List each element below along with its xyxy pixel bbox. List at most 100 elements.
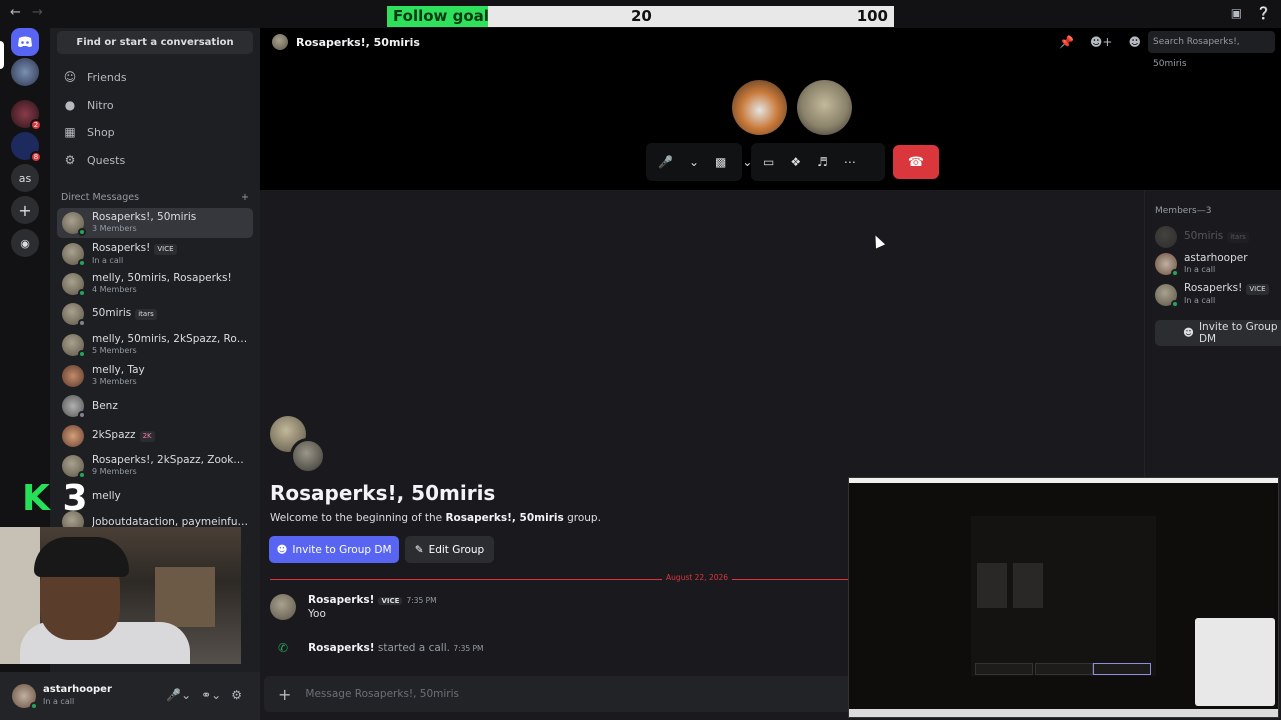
mic-icon[interactable]: 🎤⌄ [166, 688, 191, 702]
avatar [62, 455, 86, 479]
edit-group-button[interactable]: ✎ Edit Group [405, 536, 494, 563]
shared-taskbar [849, 709, 1278, 717]
invite-to-group-dm-button[interactable]: ☻ Invite to Group DM [269, 536, 399, 563]
status-dot [78, 228, 86, 236]
member-item[interactable]: 50miris itars [1155, 226, 1249, 248]
dm-sub: 3 Members [92, 377, 137, 386]
dm-item[interactable]: melly, 50miris, 2kSpazz, Rosape...5 Memb… [57, 330, 253, 360]
dm-header-label: Direct Messages [61, 192, 140, 203]
call-participant-avatar[interactable] [732, 80, 787, 135]
find-conversation-button[interactable]: Find or start a conversation [57, 31, 253, 54]
headphones-icon[interactable]: ⚭⌄ [201, 688, 221, 702]
system-message-author[interactable]: Rosaperks! [308, 642, 374, 654]
plus-icon[interactable]: + [278, 685, 291, 704]
add-member-icon[interactable]: ☻+ [1090, 35, 1113, 49]
system-message: ✆ Rosaperks! started a call. 7:35 PM [278, 641, 484, 655]
welcome-sub-prefix: Welcome to the beginning of the [270, 512, 446, 524]
mic-icon[interactable]: 🎤 [658, 155, 673, 169]
server-icon[interactable]: 8 [11, 132, 42, 163]
arrow-left-icon[interactable]: ← [10, 5, 21, 20]
call-participant-avatar[interactable] [797, 80, 852, 135]
search-input[interactable]: Search Rosaperks!, 50miris [1148, 31, 1275, 69]
dm-item[interactable]: melly, Tay 3 Members [57, 361, 253, 391]
webcam-overlay [0, 527, 241, 664]
webcam-shelf [155, 567, 215, 627]
screen-share-icon[interactable]: ▭ [763, 155, 774, 169]
notification-badge: 8 [30, 151, 42, 163]
server-icon[interactable]: 2 [11, 100, 42, 131]
shared-menu-button [975, 663, 1033, 675]
nav-nitro[interactable]: ● Nitro [57, 92, 253, 118]
server-icon[interactable] [11, 58, 39, 86]
avatar [1155, 226, 1177, 248]
channel-header: Rosaperks!, 50miris [272, 34, 420, 50]
plus-icon[interactable]: + [11, 196, 39, 224]
dm-item[interactable]: 2kSpazz 2K [57, 421, 253, 451]
dm-name: melly, 50miris, 2kSpazz, Rosape... [92, 334, 250, 345]
invite-to-group-dm-button[interactable]: ☻ Invite to Group DM [1155, 320, 1281, 346]
guild-tag: itars [1227, 232, 1249, 243]
plus-icon[interactable]: + [241, 192, 249, 203]
nav-quests[interactable]: ⚙ Quests [57, 147, 253, 173]
avatar [62, 395, 86, 419]
chevron-down-icon[interactable]: ⌄ [689, 155, 699, 169]
welcome-sub-suffix: group. [563, 512, 601, 524]
member-item[interactable]: astarhooper In a call [1155, 253, 1248, 277]
dm-item[interactable]: Rosaperks!, 2kSpazz, Zooka, Ko...9 Membe… [57, 451, 253, 481]
avatar [1155, 283, 1179, 308]
activities-icon[interactable]: ❖ [790, 155, 801, 169]
button-label: Invite to Group DM [292, 543, 392, 556]
message-composer[interactable]: + Message Rosaperks!, 50miris [264, 676, 854, 712]
logo-3: 3 [62, 478, 88, 519]
quests-icon: ⚙ [64, 153, 76, 167]
dm-item[interactable]: 50miris itars [57, 299, 253, 329]
hang-up-icon: ☎ [907, 154, 925, 170]
members-icon[interactable]: ☻ [1128, 35, 1141, 49]
avatar[interactable] [12, 684, 38, 710]
dm-item[interactable]: Rosaperks! VICE In a call [57, 239, 253, 269]
server-as[interactable]: as [11, 164, 39, 192]
channel-title: Rosaperks!, 50miris [296, 35, 420, 49]
button-label: Edit Group [428, 543, 485, 556]
compass-icon[interactable]: ◉ [11, 229, 39, 257]
inbox-icon[interactable]: ▣ [1231, 6, 1242, 20]
help-icon[interactable]: ❔ [1256, 6, 1271, 20]
pin-icon[interactable]: 📌 [1059, 35, 1074, 49]
avatar[interactable] [270, 594, 296, 620]
pencil-icon: ✎ [414, 543, 424, 556]
guild-tag: itars [135, 309, 157, 320]
message-input[interactable]: Message Rosaperks!, 50miris [305, 688, 459, 700]
avatar [62, 334, 86, 358]
add-member-icon: ☻ [276, 543, 288, 556]
guild-tag: VICE [1246, 284, 1269, 295]
member-item[interactable]: Rosaperks! VICE In a call [1155, 283, 1269, 308]
dm-item[interactable]: Rosaperks!, 50miris 3 Members [57, 208, 253, 238]
follow-goal-target: 100 [856, 7, 888, 25]
screen-share-preview[interactable] [848, 477, 1279, 718]
shared-character-card [1013, 563, 1043, 608]
shared-menu-button [1093, 663, 1151, 675]
dm-item[interactable]: Benz [57, 391, 253, 421]
welcome-subtitle: Welcome to the beginning of the Rosaperk… [270, 512, 601, 524]
message-timestamp: 7:35 PM [406, 596, 437, 605]
nav-shop[interactable]: ▦ Shop [57, 119, 253, 145]
nav-friends[interactable]: ☺ Friends [57, 64, 253, 90]
message-author[interactable]: Rosaperks! [308, 594, 374, 606]
arrow-right-icon[interactable]: → [32, 5, 43, 20]
shop-icon: ▦ [64, 125, 76, 139]
member-status: In a call [1184, 296, 1216, 305]
member-list-header: Members—3 [1155, 206, 1212, 216]
more-icon[interactable]: ⋯ [844, 155, 856, 169]
soundboard-icon[interactable]: ♬ [817, 155, 828, 169]
discord-logo-icon[interactable] [11, 28, 39, 56]
dm-item[interactable]: melly, 50miris, Rosaperks! 4 Members [57, 269, 253, 299]
settings-icon[interactable]: ⚙ [231, 688, 242, 702]
notification-badge: 2 [30, 119, 42, 131]
discord-window: ← → ▣ ❔ Follow goal 20 100 2 8 as + ◉ Fi… [0, 0, 1281, 720]
welcome-avatars [270, 416, 330, 474]
camera-off-icon[interactable]: ▩ [715, 155, 726, 169]
system-message-action: started a call. [374, 642, 450, 654]
hang-up-button[interactable]: ☎ [893, 145, 939, 179]
avatar [62, 243, 86, 267]
nav-label: Nitro [87, 98, 114, 112]
